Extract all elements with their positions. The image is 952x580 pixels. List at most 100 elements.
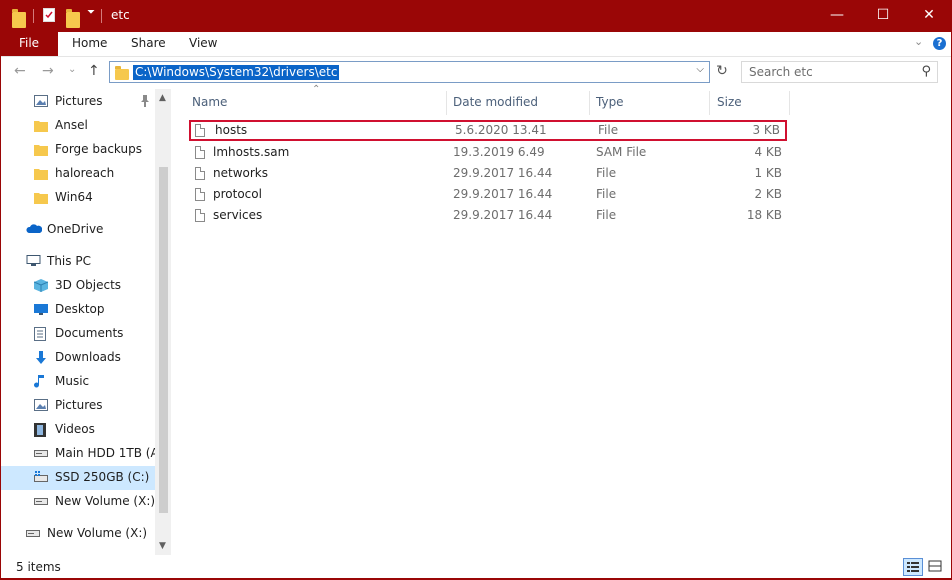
column-divider[interactable] — [709, 91, 710, 115]
large-icons-view-icon — [928, 560, 942, 572]
separator — [33, 9, 34, 23]
back-button[interactable]: ← — [14, 63, 26, 79]
sidebar-item[interactable]: SSD 250GB (C:) — [0, 466, 155, 490]
minimize-button[interactable]: — — [814, 0, 860, 32]
file-date: 19.3.2019 6.49 — [453, 145, 545, 159]
forward-button[interactable]: → — [42, 63, 54, 79]
address-dropdown-icon[interactable]: ⌵ — [696, 64, 704, 75]
ribbon: File Home Share View ⌄ ? — [0, 32, 952, 57]
column-header-type[interactable]: Type — [596, 95, 624, 109]
sidebar-item[interactable]: Music — [0, 370, 155, 394]
file-row[interactable]: networks 29.9.2017 16.44 File 1 KB — [189, 163, 787, 184]
file-date: 29.9.2017 16.44 — [453, 166, 553, 180]
sidebar-item-label: Pictures — [55, 398, 103, 412]
scroll-up-icon[interactable]: ▲ — [159, 93, 166, 103]
file-row[interactable]: lmhosts.sam 19.3.2019 6.49 SAM File 4 KB — [189, 142, 787, 163]
file-tab[interactable]: File — [0, 32, 58, 56]
properties-icon[interactable] — [43, 8, 55, 22]
scrollbar-thumb[interactable] — [159, 167, 168, 513]
nav-scrollbar[interactable]: ▲ ▼ — [155, 89, 171, 555]
sidebar-item[interactable]: 3D Objects — [0, 274, 155, 298]
tab-share[interactable]: Share — [131, 36, 166, 50]
file-date: 29.9.2017 16.44 — [453, 208, 553, 222]
sidebar-item-label: Desktop — [55, 302, 105, 316]
recent-locations-icon[interactable]: ⌄ — [68, 64, 76, 75]
separator — [101, 9, 102, 23]
onedrive-icon — [26, 223, 43, 235]
sidebar-item[interactable]: Pictures — [0, 90, 155, 114]
maximize-button[interactable]: ☐ — [860, 0, 906, 32]
downloads-icon — [34, 351, 48, 364]
column-divider[interactable] — [589, 91, 590, 115]
file-row[interactable]: hosts 5.6.2020 13.41 File 3 KB — [189, 120, 787, 141]
search-icon[interactable]: ⚲ — [921, 64, 931, 79]
sidebar-item[interactable]: New Volume (X:) — [0, 490, 155, 514]
search-input[interactable]: Search etc ⚲ — [741, 61, 938, 83]
folder-icon[interactable] — [12, 9, 26, 28]
sidebar-item[interactable]: OneDrive — [0, 218, 155, 242]
drive-icon — [26, 527, 40, 539]
quick-access-dropdown-icon[interactable]: ⏷ — [87, 7, 95, 23]
column-divider[interactable] — [446, 91, 447, 115]
sidebar-item[interactable]: Ansel — [0, 114, 155, 138]
folder-icon — [34, 119, 48, 132]
file-row[interactable]: services 29.9.2017 16.44 File 18 KB — [189, 205, 787, 226]
sidebar-item[interactable]: Forge backups — [0, 138, 155, 162]
pictures-icon — [34, 95, 48, 107]
sidebar-item-label: Forge backups — [55, 142, 142, 156]
expand-ribbon-icon[interactable]: ⌄ — [914, 35, 923, 48]
sidebar-item-label: Main HDD 1TB (A:) — [55, 446, 168, 460]
column-header-date[interactable]: Date modified — [453, 95, 538, 109]
sidebar-item[interactable]: Downloads — [0, 346, 155, 370]
scroll-down-icon[interactable]: ▼ — [159, 541, 166, 551]
this-pc-icon — [26, 255, 41, 267]
folder-icon — [115, 66, 129, 80]
pin-icon[interactable] — [140, 95, 150, 110]
file-name: services — [213, 208, 263, 222]
sidebar-item-label: Win64 — [55, 190, 93, 204]
file-row[interactable]: protocol 29.9.2017 16.44 File 2 KB — [189, 184, 787, 205]
close-button[interactable]: ✕ — [906, 0, 952, 32]
column-divider[interactable] — [789, 91, 790, 115]
tab-view[interactable]: View — [189, 36, 217, 50]
file-date: 29.9.2017 16.44 — [453, 187, 553, 201]
item-count: 5 items — [16, 560, 61, 574]
sidebar-item-label: 3D Objects — [55, 278, 122, 292]
sidebar-item-label: Videos — [55, 422, 95, 436]
address-path[interactable]: C:\Windows\System32\drivers\etc — [133, 65, 340, 80]
status-bar: 5 items — [0, 555, 952, 580]
address-bar[interactable]: C:\Windows\System32\drivers\etc ⌵ — [109, 61, 710, 83]
pictures-icon — [34, 399, 48, 411]
file-type: File — [596, 187, 617, 201]
file-icon — [195, 124, 205, 137]
sidebar-item[interactable]: Pictures — [0, 394, 155, 418]
sidebar-item[interactable]: Desktop — [0, 298, 155, 322]
details-view-button[interactable] — [903, 558, 923, 576]
file-icon — [195, 209, 205, 222]
column-header-name[interactable]: Name — [192, 95, 227, 109]
title-bar: ⏷ etc — ☐ ✕ — [0, 0, 952, 32]
sidebar-item[interactable]: Win64 — [0, 186, 155, 210]
sidebar-item[interactable]: Main HDD 1TB (A:) — [0, 442, 167, 466]
3d-objects-icon — [33, 279, 49, 292]
new-folder-icon[interactable] — [66, 9, 80, 28]
folder-icon — [34, 143, 48, 156]
refresh-icon[interactable]: ↻ — [713, 63, 731, 81]
sidebar-item[interactable]: This PC — [0, 250, 155, 274]
tab-home[interactable]: Home — [72, 36, 107, 50]
sidebar-item[interactable]: Documents — [0, 322, 155, 346]
file-name: protocol — [213, 187, 262, 201]
folder-icon — [34, 167, 48, 180]
sidebar-item-label: Pictures — [55, 94, 103, 108]
sidebar-item[interactable]: haloreach — [0, 162, 155, 186]
windows-drive-icon — [34, 471, 48, 483]
column-header-size[interactable]: Size — [717, 95, 742, 109]
address-row: ← → ⌄ ↑ C:\Windows\System32\drivers\etc … — [0, 57, 952, 89]
help-icon[interactable]: ? — [933, 37, 946, 50]
sidebar-item[interactable]: Videos — [0, 418, 155, 442]
up-button[interactable]: ↑ — [88, 63, 100, 79]
sidebar-item-label: Downloads — [55, 350, 121, 364]
file-size: 2 KB — [754, 187, 782, 201]
sidebar-item[interactable]: New Volume (X:) — [0, 522, 155, 546]
large-icons-view-button[interactable] — [926, 558, 946, 576]
